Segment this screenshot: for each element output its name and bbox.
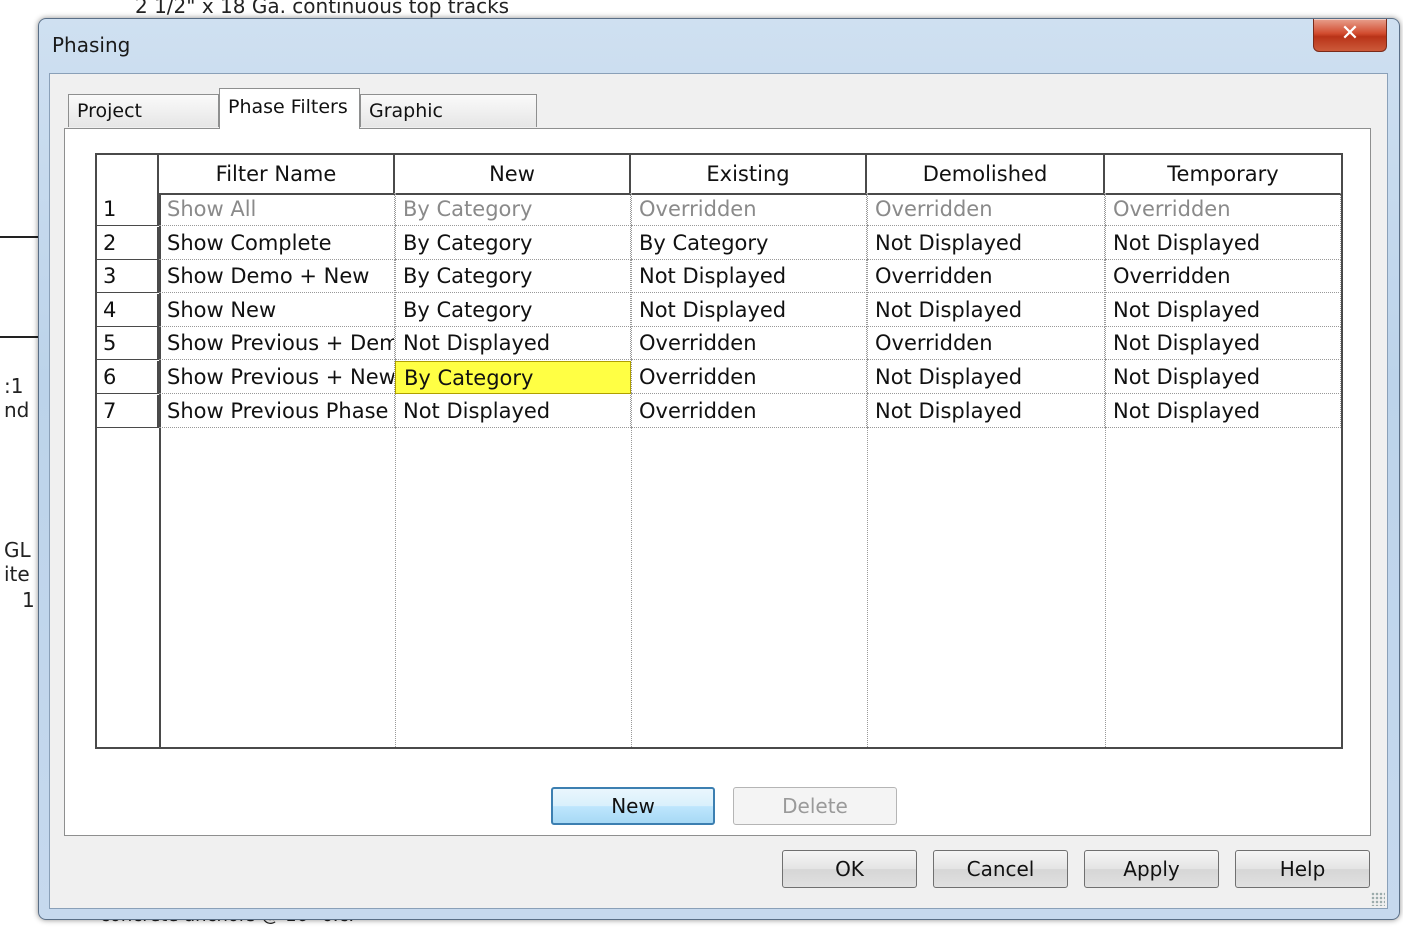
title-bar[interactable]: Phasing ✕: [39, 19, 1399, 71]
table-cell[interactable]: Overridden: [631, 394, 867, 428]
phasing-dialog: Phasing ✕ Project Phases Phase Filters G…: [38, 18, 1400, 920]
table-cell[interactable]: Not Displayed: [631, 260, 867, 294]
table-cell[interactable]: Not Displayed: [867, 226, 1105, 260]
table-cell[interactable]: Overridden: [631, 193, 867, 226]
table-cell[interactable]: Show New: [159, 293, 395, 327]
table-row[interactable]: 7 Show Previous Phase Not Displayed Overrid…: [97, 394, 1341, 428]
table-row[interactable]: 4 Show New By Category Not Displayed Not Dis…: [97, 293, 1341, 327]
table-row[interactable]: 2 Show Complete By Category By Category Not …: [97, 226, 1341, 260]
table-cell[interactable]: Overridden: [631, 361, 867, 394]
close-button[interactable]: ✕: [1313, 19, 1387, 52]
table-cell[interactable]: By Category: [395, 361, 631, 394]
help-button[interactable]: Help: [1235, 850, 1370, 888]
row-number[interactable]: 1: [97, 193, 159, 226]
table-cell[interactable]: Not Displayed: [1105, 226, 1341, 260]
background-fragment: ite: [4, 562, 30, 586]
background-fragment: 1: [22, 588, 35, 612]
background-fragment: :1: [4, 374, 24, 398]
row-number[interactable]: 3: [97, 260, 159, 294]
background-fragment: GL: [4, 538, 31, 562]
column-header-filter-name[interactable]: Filter Name: [159, 155, 395, 193]
table-row[interactable]: 3 Show Demo + New By Category Not Displayed…: [97, 260, 1341, 294]
table-header: Filter Name New Existing Demolished Temp…: [97, 155, 1341, 195]
table-cell[interactable]: Show Previous Phase: [159, 394, 395, 428]
table-cell[interactable]: By Category: [395, 260, 631, 294]
table-cell[interactable]: Not Displayed: [395, 394, 631, 428]
tab-phase-filters[interactable]: Phase Filters: [219, 88, 360, 129]
table-cell[interactable]: Not Displayed: [395, 327, 631, 361]
table-cell[interactable]: Overridden: [867, 327, 1105, 361]
background-fragment: nd: [4, 398, 30, 422]
delete-filter-button[interactable]: Delete: [733, 787, 897, 825]
table-cell[interactable]: Show Demo + New: [159, 260, 395, 294]
row-number[interactable]: 5: [97, 327, 159, 361]
table-cell[interactable]: Show Previous + Dem: [159, 327, 395, 361]
cancel-button[interactable]: Cancel: [933, 850, 1068, 888]
column-header-demolished[interactable]: Demolished: [867, 155, 1105, 193]
close-icon: ✕: [1340, 21, 1360, 46]
table-cell[interactable]: Show Previous + New: [159, 361, 395, 394]
table-row[interactable]: 6 Show Previous + New By Category Overridde…: [97, 361, 1341, 394]
table-cell[interactable]: Not Displayed: [867, 293, 1105, 327]
table-cell[interactable]: By Category: [395, 193, 631, 226]
row-number[interactable]: 7: [97, 394, 159, 428]
table-cell[interactable]: Not Displayed: [1105, 394, 1341, 428]
background-drawing-text-top: 2 1/2" x 18 Ga. continuous top tracks: [135, 0, 510, 18]
table-row[interactable]: 5 Show Previous + Dem Not Displayed Overrid…: [97, 327, 1341, 361]
background-line: [0, 336, 38, 338]
table-row[interactable]: 1 Show All By Category Overridden Overridden…: [97, 193, 1341, 226]
table-cell[interactable]: Not Displayed: [1105, 293, 1341, 327]
dialog-client-area: Project Phases Phase Filters Graphic Ove…: [49, 73, 1388, 909]
table-cell[interactable]: By Category: [631, 226, 867, 260]
row-number[interactable]: 6: [97, 361, 159, 394]
table-cell[interactable]: Not Displayed: [1105, 361, 1341, 394]
table-cell[interactable]: Overridden: [631, 327, 867, 361]
ok-button[interactable]: OK: [782, 850, 917, 888]
column-header-temporary[interactable]: Temporary: [1105, 155, 1341, 193]
table-cell[interactable]: Overridden: [867, 193, 1105, 226]
resize-grip[interactable]: [1371, 892, 1385, 906]
row-number[interactable]: 4: [97, 293, 159, 327]
table-cell[interactable]: Not Displayed: [867, 361, 1105, 394]
column-header-existing[interactable]: Existing: [631, 155, 867, 193]
table-cell[interactable]: Show All: [159, 193, 395, 226]
table-cell[interactable]: By Category: [395, 293, 631, 327]
row-number-header: [97, 155, 159, 193]
table-cell[interactable]: By Category: [395, 226, 631, 260]
table-cell[interactable]: Show Complete: [159, 226, 395, 260]
table-cell[interactable]: Overridden: [1105, 193, 1341, 226]
new-filter-button[interactable]: New: [551, 787, 715, 825]
table-cell[interactable]: Not Displayed: [867, 394, 1105, 428]
window-title: Phasing: [52, 33, 131, 57]
background-line: [0, 236, 38, 238]
column-header-new[interactable]: New: [395, 155, 631, 193]
table-cell[interactable]: Not Displayed: [631, 293, 867, 327]
phase-filters-panel: Filter Name New Existing Demolished Temp…: [64, 128, 1371, 836]
row-number[interactable]: 2: [97, 226, 159, 260]
phase-filters-table: Filter Name New Existing Demolished Temp…: [95, 153, 1343, 749]
table-cell[interactable]: Overridden: [867, 260, 1105, 294]
table-cell[interactable]: Not Displayed: [1105, 327, 1341, 361]
tab-project-phases[interactable]: Project Phases: [68, 94, 219, 155]
apply-button[interactable]: Apply: [1084, 850, 1219, 888]
table-cell[interactable]: Overridden: [1105, 260, 1341, 294]
tab-graphic-overrides[interactable]: Graphic Overrides: [360, 94, 537, 155]
